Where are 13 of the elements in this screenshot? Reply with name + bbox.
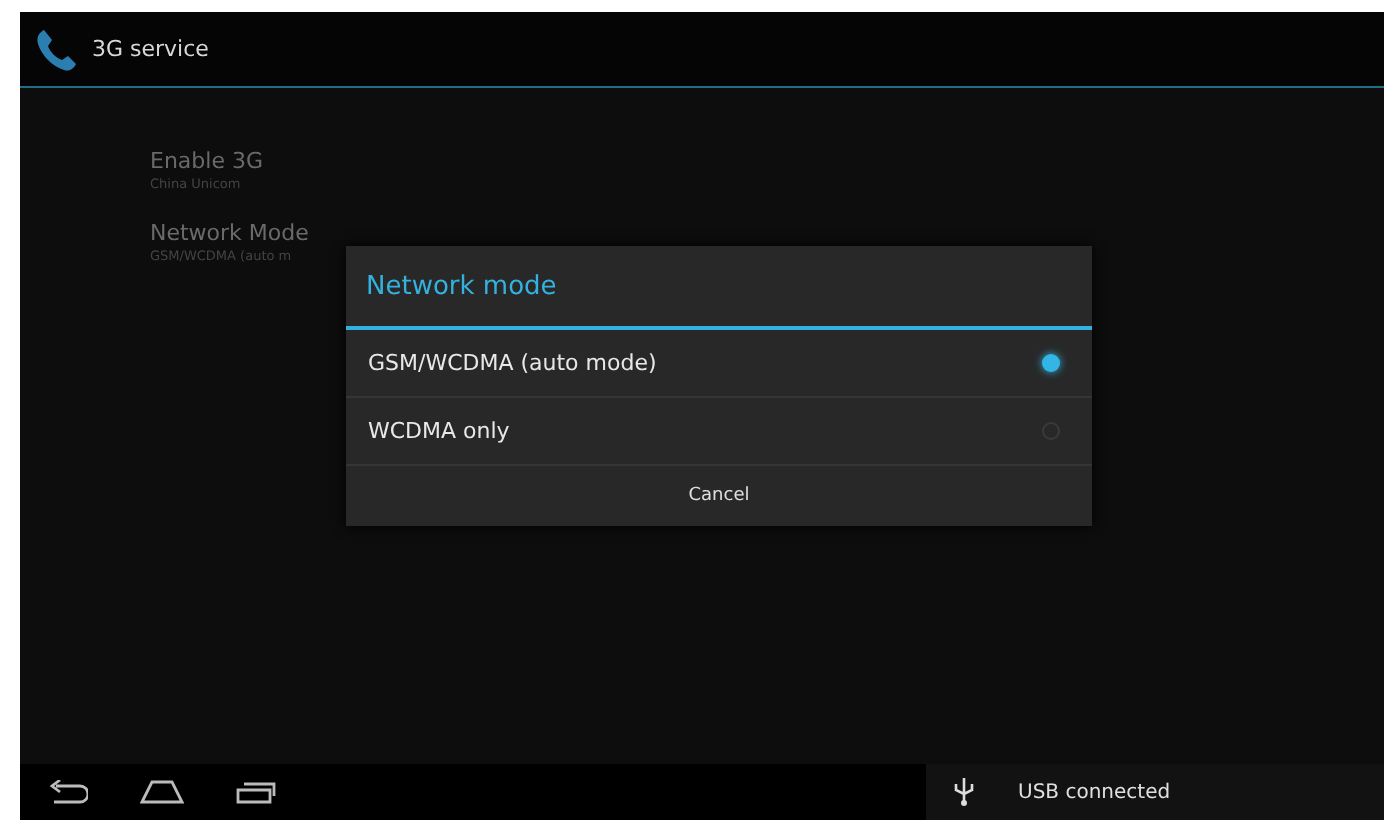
radio-button[interactable] bbox=[1042, 354, 1060, 372]
home-icon[interactable] bbox=[140, 780, 184, 804]
option-row[interactable]: GSM/WCDMA (auto mode) bbox=[346, 330, 1092, 398]
back-icon[interactable] bbox=[48, 780, 88, 804]
setting-title: Enable 3G bbox=[150, 148, 265, 174]
phone-icon bbox=[32, 25, 80, 73]
notification-text: USB connected bbox=[1018, 781, 1171, 803]
app-title: 3G service bbox=[92, 36, 209, 62]
dialog-title: Network mode bbox=[346, 246, 1092, 330]
recent-apps-icon[interactable] bbox=[236, 780, 276, 804]
usb-icon bbox=[954, 778, 974, 806]
cancel-button[interactable]: Cancel bbox=[346, 466, 1092, 526]
setting-title: Network Mode bbox=[150, 220, 311, 246]
